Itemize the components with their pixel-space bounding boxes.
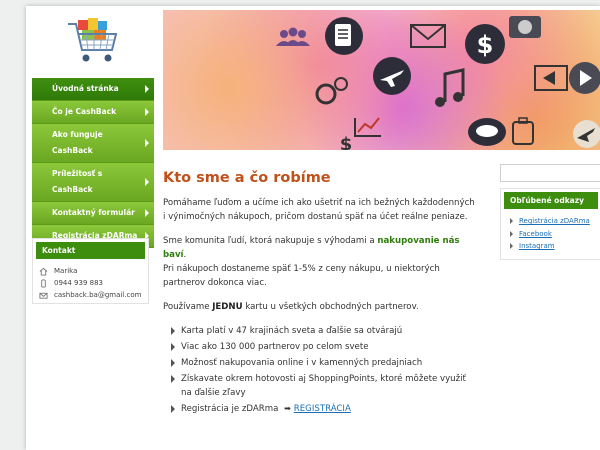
favorite-link-label: Registrácia zDARma <box>519 217 590 225</box>
chevron-right-icon <box>145 209 149 217</box>
people-icon <box>276 27 310 46</box>
favorite-links-heading: Obľúbené odkazy <box>504 192 598 209</box>
home-icon <box>39 267 48 276</box>
nav-item-label: Ako funguje CashBack <box>52 130 103 155</box>
contact-name: Marika <box>54 267 78 275</box>
community-text: Sme komunita ľudí, ktorá nakupuje s výho… <box>163 236 378 246</box>
nav-item-home[interactable]: Úvodná stránka <box>32 78 154 101</box>
registration-link[interactable]: REGISTRÁCIA <box>294 404 351 414</box>
music-note-icon <box>435 68 465 107</box>
email-icon <box>39 292 48 299</box>
favorite-link-facebook[interactable]: Facebook <box>501 228 600 241</box>
camera-icon <box>509 16 541 38</box>
chevron-right-icon <box>145 178 149 186</box>
nav-item-label: Úvodná stránka <box>52 84 119 93</box>
list-item: Karta platí v 47 krajinách sveta a ďalši… <box>163 324 475 338</box>
phone-icon <box>41 278 46 288</box>
chevron-right-icon <box>145 108 149 116</box>
list-item: Možnosť nakupovania online i v kamenných… <box>163 356 475 370</box>
community-period: . <box>183 250 187 260</box>
contact-email[interactable]: cashback.ba@gmail.com <box>54 289 141 301</box>
bullet-arrow-icon <box>510 230 513 237</box>
nav-item-how-cashback-works[interactable]: Ako funguje CashBack <box>32 124 154 163</box>
contact-phone[interactable]: 0944 939 883 <box>54 277 103 289</box>
main-navigation: Úvodná stránka Čo je CashBack Ako funguj… <box>32 78 154 248</box>
shopping-cart-logo[interactable] <box>64 14 122 72</box>
clipboard-icon <box>325 17 363 55</box>
main-content: Kto sme a čo robíme Pomáhame ľuďom a učí… <box>163 168 475 418</box>
list-item: Registrácia je zDARma ➡ REGISTRÁCIA <box>163 402 475 416</box>
nav-item-label: Príležitosť s CashBack <box>52 169 103 194</box>
chat-bubble-icon <box>468 118 506 146</box>
header-banner: $ $ <box>163 10 600 150</box>
search-input[interactable] <box>500 164 600 182</box>
favorite-link-label: Instagram <box>519 242 555 250</box>
arrow-right-icon: ➡ <box>284 404 291 413</box>
bullet-arrow-icon <box>171 405 175 413</box>
card-text-start: Používame <box>163 302 213 312</box>
benefits-list: Karta platí v 47 krajinách sveta a ďalši… <box>163 324 475 416</box>
envelope-icon <box>410 24 446 48</box>
airplane-icon <box>373 57 411 95</box>
contact-box: Kontakt Marika 0944 939 883 cashback.ba@… <box>32 238 149 304</box>
chevron-right-icon <box>145 139 149 147</box>
nav-item-opportunity[interactable]: Príležitosť s CashBack <box>32 163 154 202</box>
list-item: Viac ako 130 000 partnerov po celom svet… <box>163 340 475 354</box>
cashback-rate-text: Pri nákupoch dostaneme späť 1-5% z ceny … <box>163 264 440 288</box>
nav-item-what-is-cashback[interactable]: Čo je CashBack <box>32 101 154 124</box>
bullet-arrow-icon <box>171 343 175 351</box>
page: $ $ Úvodná stránka Čo je CashBack Ako fu… <box>26 6 600 450</box>
bullet-arrow-icon <box>171 375 175 383</box>
chart-icon <box>354 117 381 137</box>
intro-paragraph: Pomáhame ľuďom a učíme ich ako ušetriť n… <box>163 198 475 222</box>
nav-item-label: Čo je CashBack <box>52 107 117 116</box>
list-item-text: Možnosť nakupovania online i v kamenných… <box>181 358 423 368</box>
gears-icon <box>315 77 348 105</box>
nav-item-label: Kontaktný formulár <box>52 208 135 217</box>
bullet-arrow-icon <box>510 218 513 224</box>
list-item: Získavate okrem hotovosti aj ShoppingPoi… <box>163 372 475 400</box>
chevron-right-icon <box>145 85 149 93</box>
favorite-links-box: Obľúbené odkazy Registrácia zDARma Faceb… <box>500 188 600 260</box>
suitcase-icon <box>512 117 534 145</box>
list-item-text: Karta platí v 47 krajinách sveta a ďalši… <box>181 326 403 336</box>
card-text-bold: JEDNU <box>212 302 243 312</box>
registration-text: Registrácia je zDARma <box>181 404 279 414</box>
dollar-icon: $ <box>465 24 505 64</box>
list-item-text: Získavate okrem hotovosti aj ShoppingPoi… <box>181 374 466 398</box>
contact-heading: Kontakt <box>36 242 145 259</box>
card-text-end: kartu u všetkých obchodných partnerov. <box>242 302 419 312</box>
favorite-link-label: Facebook <box>519 229 552 238</box>
bullet-arrow-icon <box>171 359 175 367</box>
banner-icons: $ $ <box>276 16 600 150</box>
small-dollar-icon: $ <box>340 134 353 150</box>
svg-text:$: $ <box>477 31 494 59</box>
page-title: Kto sme a čo robíme <box>163 170 331 186</box>
favorite-link-instagram[interactable]: Instagram <box>501 240 600 253</box>
play-circle-icon <box>569 62 600 94</box>
bullet-arrow-icon <box>171 327 175 335</box>
favorite-link-registration[interactable]: Registrácia zDARma <box>501 215 600 228</box>
airplane-small-icon <box>573 120 600 148</box>
nav-item-contact-form[interactable]: Kontaktný formulár <box>32 202 154 225</box>
community-paragraph: Sme komunita ľudí, ktorá nakupuje s výho… <box>163 234 475 290</box>
contact-email-row: cashback.ba@gmail.com <box>33 289 148 301</box>
svg-text:$: $ <box>340 134 353 150</box>
card-paragraph: Používame JEDNU kartu u všetkých obchodn… <box>163 300 475 314</box>
bullet-arrow-icon <box>510 243 513 249</box>
list-item-text: Viac ako 130 000 partnerov po celom svet… <box>181 342 369 352</box>
contact-name-row: Marika <box>33 265 148 277</box>
video-player-icon <box>534 65 568 91</box>
contact-phone-row: 0944 939 883 <box>33 277 148 289</box>
